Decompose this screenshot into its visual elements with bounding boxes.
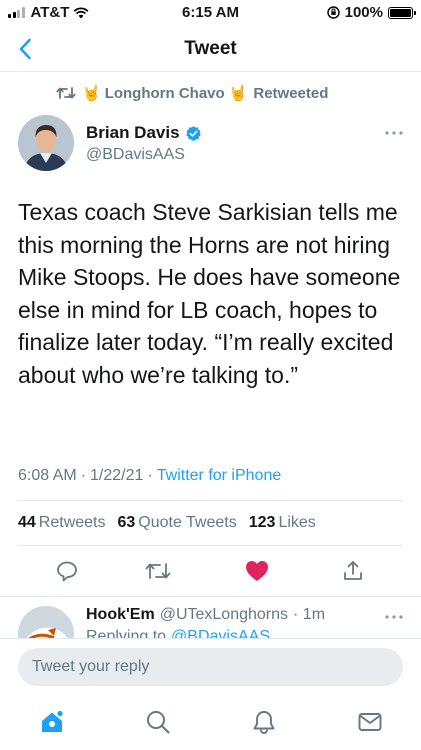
retweet-button[interactable] <box>143 556 173 586</box>
more-icon <box>385 131 403 135</box>
share-button[interactable] <box>338 556 368 586</box>
retweets-label: Retweets <box>38 514 106 531</box>
battery-percent: 100% <box>344 4 383 21</box>
reply-author-handle: @UTexLonghorns <box>159 606 289 623</box>
home-icon <box>42 709 64 732</box>
tab-search[interactable] <box>144 708 172 736</box>
divider <box>18 545 403 546</box>
meta-separator: · <box>80 467 87 484</box>
retweeter-name: Longhorn Chavo <box>104 84 225 102</box>
tab-home[interactable] <box>38 708 66 736</box>
page-title: Tweet <box>184 38 237 59</box>
quotes-label: Quote Tweets <box>138 514 237 531</box>
tweet-meta: 6:08 AM · 1/22/21 · Twitter for iPhone <box>18 467 281 485</box>
quotes-count: 63 <box>117 514 136 531</box>
divider <box>0 596 421 597</box>
notifications-icon <box>253 711 275 734</box>
reply-author-name: Hook'Em <box>86 606 155 623</box>
reply-more-options-button[interactable] <box>385 606 403 624</box>
messages-icon <box>358 713 382 731</box>
reply-button[interactable] <box>52 556 82 586</box>
tweet-date: 1/22/21 <box>90 467 144 484</box>
verified-icon <box>185 125 201 141</box>
reply-icon <box>57 561 77 582</box>
reply-composer <box>0 638 421 694</box>
reply-header[interactable]: Hook'Em @UTexLonghorns · 1m <box>86 606 325 624</box>
like-button[interactable] <box>242 556 272 586</box>
author-name[interactable]: Brian Davis <box>86 123 202 143</box>
horns-emoji: 🤘 <box>82 85 101 102</box>
avatar[interactable] <box>18 115 74 171</box>
reply-input[interactable] <box>18 648 403 686</box>
author-photo <box>18 115 74 171</box>
tweet-stats: 44 Retweets 63 Quote Tweets 123 Likes <box>18 514 316 532</box>
retweets-count: 44 <box>18 514 36 531</box>
heart-filled-icon <box>246 561 268 581</box>
tab-messages[interactable] <box>356 708 384 736</box>
search-icon <box>147 711 170 734</box>
retweet-icon <box>56 87 76 99</box>
more-options-button[interactable] <box>385 122 403 140</box>
status-bar: AT&T 6:15 AM 100% <box>0 0 421 26</box>
quotes-stat[interactable]: 63 Quote Tweets <box>118 514 237 532</box>
more-icon <box>385 615 403 619</box>
tab-notifications[interactable] <box>250 708 278 736</box>
meta-separator: · <box>147 467 153 484</box>
divider <box>18 500 403 501</box>
horns-emoji: 🤘 <box>228 85 248 102</box>
tweet-time: 6:08 AM <box>18 467 77 484</box>
likes-label: Likes <box>278 514 316 531</box>
status-right: 100% <box>326 4 416 21</box>
tweet-text: Texas coach Steve Sarkisian tells me thi… <box>18 199 401 388</box>
retweet-icon <box>145 563 171 579</box>
retweet-context[interactable]: 🤘 Longhorn Chavo 🤘 Retweeted <box>56 84 328 102</box>
tab-bar <box>0 694 421 750</box>
likes-count: 123 <box>248 514 276 531</box>
retweet-action-label: Retweeted <box>253 84 329 102</box>
battery-icon <box>388 6 416 19</box>
reply-age: · 1m <box>293 606 326 623</box>
author-name-text: Brian Davis <box>86 123 180 142</box>
retweets-stat[interactable]: 44 Retweets <box>18 514 106 532</box>
retweeter[interactable]: 🤘 Longhorn Chavo 🤘 <box>82 84 248 103</box>
nav-bar: Tweet <box>0 26 421 72</box>
share-icon <box>344 561 362 580</box>
tweet-source-link[interactable]: Twitter for iPhone <box>157 467 282 485</box>
tweet-actions <box>0 552 421 588</box>
author-handle[interactable]: @BDavisAAS <box>86 146 185 164</box>
orientation-lock-icon <box>326 6 340 19</box>
likes-stat[interactable]: 123 Likes <box>249 514 316 532</box>
